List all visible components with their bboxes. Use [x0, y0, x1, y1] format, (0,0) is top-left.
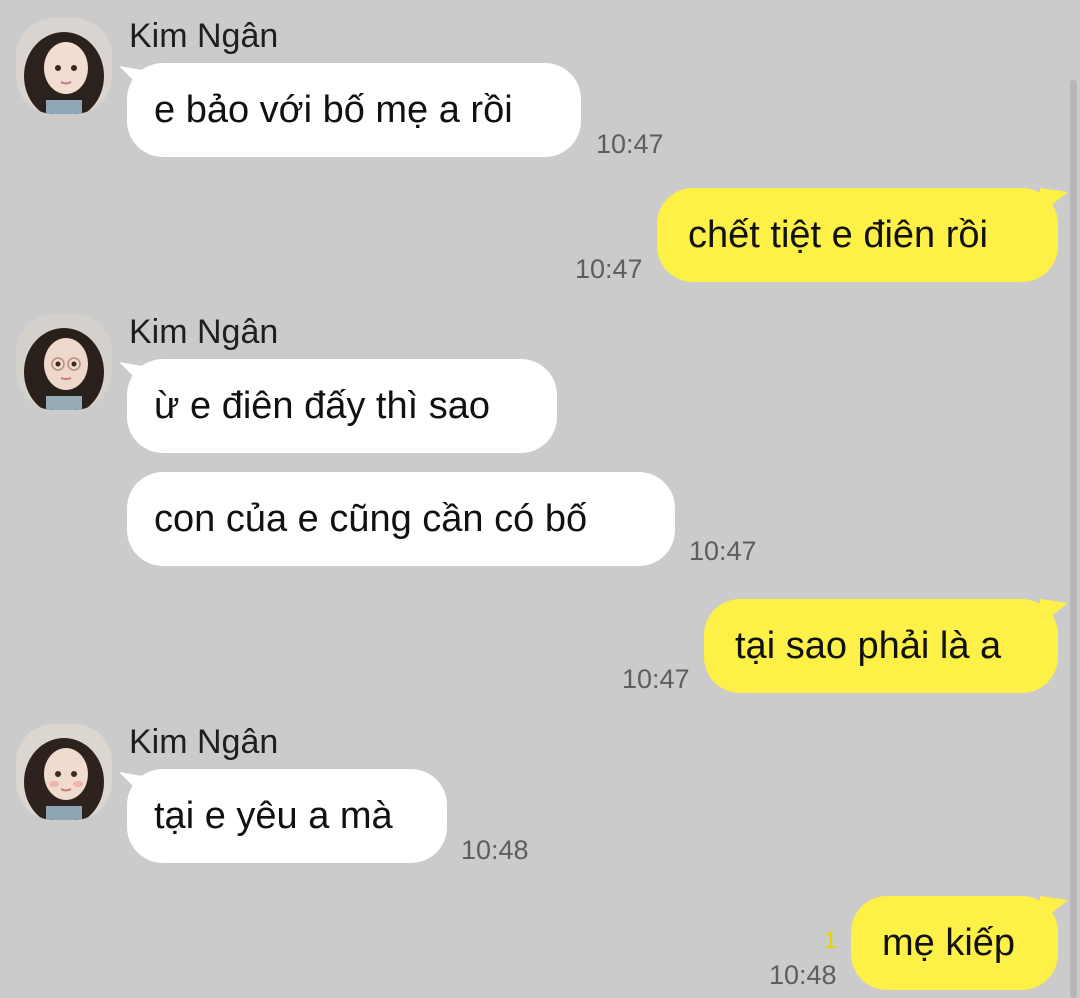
message-bubble-incoming[interactable]: e bảo với bố mẹ a rồi [127, 63, 581, 157]
message-bubble-incoming[interactable]: con của e cũng cần có bố [127, 472, 675, 566]
message-bubble-incoming[interactable]: ừ e điên đấy thì sao [127, 359, 557, 453]
message-timestamp: 10:47 [622, 664, 690, 694]
contact-avatar[interactable] [16, 18, 112, 114]
sender-name: Kim Ngân [129, 17, 279, 55]
message-timestamp: 10:47 [575, 254, 643, 284]
chat-view[interactable]: Kim Ngân e bảo với bố mẹ a rồi 10:47 chế… [0, 0, 1080, 998]
profile-photo-icon [16, 18, 112, 114]
message-timestamp: 10:48 [769, 960, 837, 990]
message-bubble-outgoing[interactable]: tại sao phải là a [704, 599, 1058, 693]
bubble-tail [1040, 896, 1068, 922]
message-bubble-outgoing[interactable]: chết tiệt e điên rồi [657, 188, 1058, 282]
message-bubble-outgoing[interactable]: mẹ kiếp [851, 896, 1058, 990]
sender-name: Kim Ngân [129, 723, 279, 761]
message-timestamp: 10:47 [596, 129, 664, 159]
bubble-tail [1040, 599, 1068, 625]
profile-photo-icon [16, 314, 112, 410]
contact-avatar[interactable] [16, 314, 112, 410]
message-timestamp: 10:48 [461, 835, 529, 865]
profile-photo-icon [16, 724, 112, 820]
message-bubble-incoming[interactable]: tại e yêu a mà [127, 769, 447, 863]
unread-count: 1 [824, 927, 838, 954]
bubble-tail [1040, 188, 1068, 214]
contact-avatar[interactable] [16, 724, 112, 820]
sender-name: Kim Ngân [129, 313, 279, 351]
scrollbar[interactable] [1070, 80, 1077, 998]
message-timestamp: 10:47 [689, 536, 757, 566]
